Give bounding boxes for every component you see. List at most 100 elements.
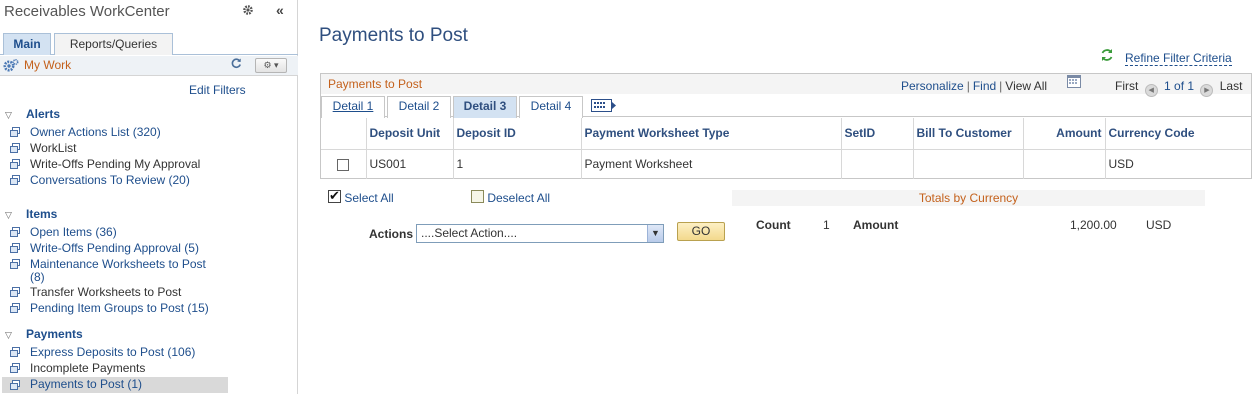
nav-item-label: Pending Item Groups to Post (15) xyxy=(30,301,209,315)
tab-detail-3[interactable]: Detail 3 xyxy=(453,96,517,118)
gear-icon[interactable] xyxy=(242,4,254,19)
nav-item-pending-item-groups[interactable]: Pending Item Groups to Post (15) xyxy=(10,302,228,315)
group-alerts[interactable]: ▽ Alerts xyxy=(5,107,60,121)
group-label: Items xyxy=(26,207,58,221)
table-cell xyxy=(913,149,1024,179)
my-work-options-menu[interactable]: ⚙ ▾ xyxy=(255,58,287,73)
column-header[interactable]: Amount xyxy=(1023,118,1106,150)
table-header-row: Deposit Unit Deposit ID Payment Workshee… xyxy=(321,118,1251,150)
column-header[interactable]: Payment Worksheet Type xyxy=(581,118,842,150)
document-icon xyxy=(10,227,21,237)
nav-item-writeoffs-my-approval[interactable]: Write-Offs Pending My Approval xyxy=(10,158,228,171)
select-column-header xyxy=(321,118,367,150)
row-select-checkbox[interactable] xyxy=(337,159,350,172)
chevron-down-icon[interactable]: ▼ xyxy=(647,225,663,242)
document-icon xyxy=(10,259,21,269)
tab-main[interactable]: Main xyxy=(3,33,51,55)
actions-dropdown[interactable]: ....Select Action.... ▼ xyxy=(416,224,664,243)
nav-item-label: Incomplete Payments xyxy=(30,361,146,375)
column-header[interactable]: Bill To Customer xyxy=(913,118,1024,150)
document-icon xyxy=(10,243,21,253)
nav-item-maintenance-worksheets[interactable]: Maintenance Worksheets to Post (8) xyxy=(10,258,215,284)
my-work-header: My Work ⚙ ▾ xyxy=(0,56,298,76)
nav-item-transfer-worksheets[interactable]: Transfer Worksheets to Post xyxy=(10,286,228,299)
nav-item-conversations[interactable]: Conversations To Review (20) xyxy=(10,174,228,187)
collapse-triangle-icon: ▽ xyxy=(5,210,12,220)
show-all-columns-icon[interactable] xyxy=(591,99,617,115)
collapse-triangle-icon: ▽ xyxy=(5,110,12,120)
table-row: US001 1 Payment Worksheet USD xyxy=(321,149,1251,179)
group-payments[interactable]: ▽ Payments xyxy=(5,327,83,341)
table-cell: USD xyxy=(1108,157,1134,172)
nav-item-worklist[interactable]: WorkList xyxy=(10,142,228,155)
nav-item-label: WorkList xyxy=(30,141,77,155)
workcenter-title: Receivables WorkCenter xyxy=(4,3,170,20)
nav-item-writeoffs-pending[interactable]: Write-Offs Pending Approval (5) xyxy=(10,242,228,255)
tab-detail-2[interactable]: Detail 2 xyxy=(387,96,451,118)
actions-selected-value: ....Select Action.... xyxy=(421,226,518,240)
actions-label: Actions xyxy=(369,227,414,241)
deselect-all-control[interactable]: Deselect All xyxy=(471,190,550,205)
my-work-label: My Work xyxy=(24,58,72,72)
group-items[interactable]: ▽ Items xyxy=(5,207,57,221)
last-label: Last xyxy=(1219,79,1243,93)
grid-detail-tabs: Detail 1 Detail 2 Detail 3 Detail 4 xyxy=(321,95,1251,118)
nav-item-label: Owner Actions List (320) xyxy=(30,125,161,139)
collapse-pane-icon[interactable]: « xyxy=(276,2,284,18)
currency-value: USD xyxy=(1146,218,1172,232)
select-all-control[interactable]: Select All xyxy=(328,188,394,205)
tab-label: Detail 2 xyxy=(398,99,440,113)
tab-detail-1[interactable]: Detail 1 xyxy=(321,96,385,118)
nav-item-open-items[interactable]: Open Items (36) xyxy=(10,226,228,239)
view-all-link[interactable]: View All xyxy=(1005,79,1047,93)
totals-row: Count 1 Amount 1,200.00 USD xyxy=(732,218,1205,232)
table-cell: US001 xyxy=(366,149,454,179)
nav-item-label: Write-Offs Pending Approval (5) xyxy=(30,241,199,255)
edit-filters-link[interactable]: Edit Filters xyxy=(189,83,246,97)
nav-item-owner-actions[interactable]: Owner Actions List (320) xyxy=(10,126,228,139)
document-icon xyxy=(10,287,21,297)
workcenter-pane: Receivables WorkCenter « Main Reports/Qu… xyxy=(0,0,298,394)
tab-reports-queries[interactable]: Reports/Queries xyxy=(54,33,173,55)
grid-header: Payments to Post Personalize | Find | View A… xyxy=(321,74,1251,97)
column-header[interactable]: Currency Code xyxy=(1105,118,1251,150)
page-title: Payments to Post xyxy=(319,25,468,46)
tab-detail-4[interactable]: Detail 4 xyxy=(519,96,583,118)
grid-toolbar: Personalize | Find | View All xyxy=(901,79,1048,93)
personalize-link[interactable]: Personalize xyxy=(901,79,964,93)
refresh-icon[interactable] xyxy=(230,57,242,72)
nav-item-label: Payments to Post (1) xyxy=(30,377,143,391)
column-header[interactable]: Deposit Unit xyxy=(366,118,454,150)
document-icon xyxy=(10,347,21,357)
deselect-all-label: Deselect All xyxy=(487,191,551,205)
nav-item-payments-to-post[interactable]: Payments to Post (1) xyxy=(2,377,228,393)
document-icon xyxy=(10,175,21,185)
nav-item-incomplete-payments[interactable]: Incomplete Payments xyxy=(10,362,228,375)
table-cell: Payment Worksheet xyxy=(581,149,842,179)
nav-item-express-deposits[interactable]: Express Deposits to Post (106) xyxy=(10,346,228,359)
nav-item-label: Transfer Worksheets to Post xyxy=(30,285,182,299)
nav-item-label: Write-Offs Pending My Approval xyxy=(30,157,201,171)
column-header[interactable]: SetID xyxy=(841,118,914,150)
document-icon xyxy=(10,159,21,169)
tab-label: Detail 3 xyxy=(463,99,507,113)
payments-grid: Payments to Post Personalize | Find | View A… xyxy=(320,73,1252,179)
count-label: Count xyxy=(756,218,791,232)
table-cell: 1 xyxy=(453,149,582,179)
nav-item-label: Conversations To Review (20) xyxy=(30,173,190,187)
document-icon xyxy=(10,303,21,313)
find-link[interactable]: Find xyxy=(973,79,996,93)
download-grid-icon[interactable] xyxy=(1067,75,1081,88)
column-header[interactable]: Deposit ID xyxy=(453,118,582,150)
select-all-checkbox[interactable] xyxy=(328,188,341,204)
refresh-arrows-icon xyxy=(1100,48,1114,65)
grid-title: Payments to Post xyxy=(328,77,423,91)
go-button[interactable]: GO xyxy=(677,222,725,241)
tab-label: Detail 1 xyxy=(332,99,374,113)
settings-gears-icon xyxy=(3,58,19,76)
first-label: First xyxy=(1115,79,1139,93)
deselect-all-checkbox[interactable] xyxy=(471,190,484,203)
amount-label: Amount xyxy=(853,218,899,232)
nav-item-label: Maintenance Worksheets to Post (8) xyxy=(30,257,206,284)
count-value: 1 xyxy=(823,218,830,232)
